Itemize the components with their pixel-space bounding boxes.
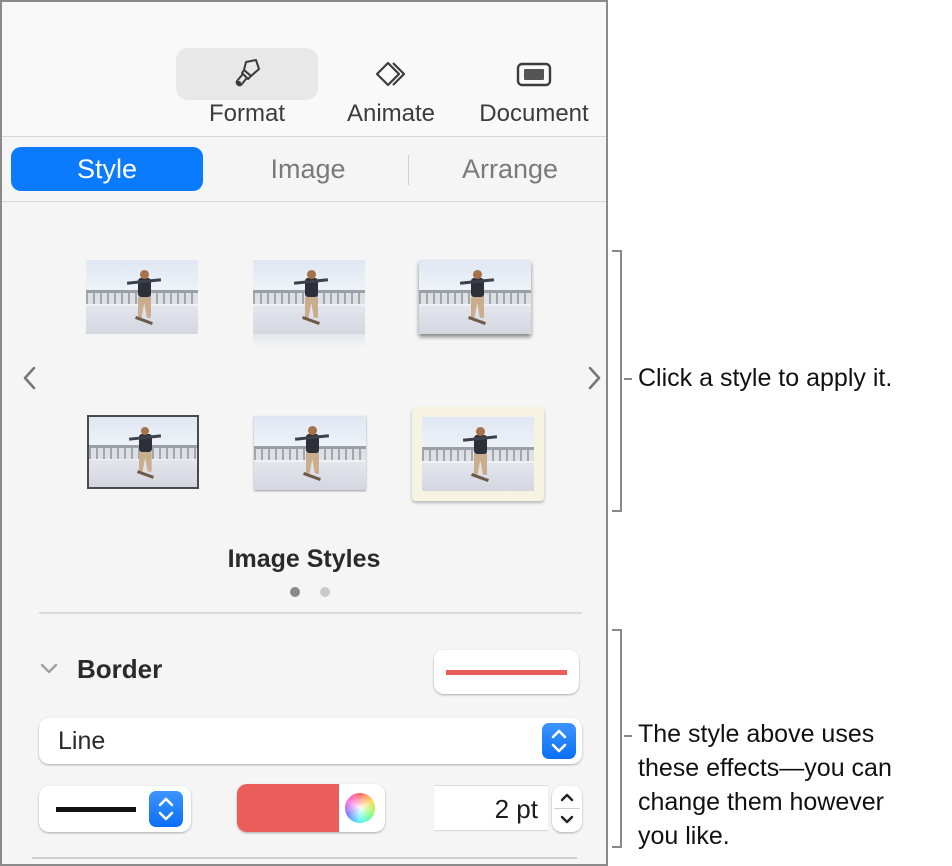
style-preview-image — [419, 260, 531, 334]
select-stepper — [542, 723, 576, 759]
document-icon — [516, 62, 552, 87]
up-down-chevrons-icon — [551, 729, 567, 753]
border-type-select[interactable]: Line — [39, 718, 582, 764]
document-button[interactable]: Document — [463, 48, 605, 132]
tab-image[interactable]: Image — [210, 147, 406, 191]
image-style-cream-frame[interactable] — [412, 407, 544, 501]
effects-callout: The style above uses these effects—you c… — [638, 717, 892, 853]
effects-callout-line: you like. — [638, 822, 730, 850]
image-style-plain[interactable] — [86, 260, 198, 334]
tab-style[interactable]: Style — [11, 147, 203, 191]
animate-button[interactable]: Animate — [320, 48, 462, 132]
image-style-thin-shadow[interactable] — [254, 416, 366, 490]
paintbrush-icon — [235, 59, 260, 87]
bottom-divider — [32, 857, 577, 859]
format-label: Format — [208, 100, 285, 127]
style-preview-image — [254, 416, 366, 490]
document-label: Document — [479, 100, 589, 127]
stepper-divider — [554, 808, 580, 809]
image-style-reflection[interactable] — [253, 260, 365, 350]
chevron-left-icon[interactable] — [18, 363, 42, 393]
effects-bracket — [612, 629, 622, 848]
image-style-dark-border[interactable] — [87, 415, 199, 489]
styles-bracket-tick — [624, 378, 632, 380]
image-styles-title: Image Styles — [227, 545, 381, 573]
effects-bracket-tick — [624, 735, 632, 737]
border-width-field[interactable]: 2 pt — [434, 785, 548, 830]
style-preview-image — [253, 260, 365, 334]
border-preview-line — [446, 670, 567, 675]
effects-callout-line: change them however — [638, 788, 884, 816]
page-dot-inactive[interactable] — [320, 587, 330, 597]
border-section-label: Border — [77, 654, 163, 684]
styles-bracket — [612, 250, 622, 512]
increment-icon[interactable] — [559, 791, 575, 803]
style-preview-image — [89, 417, 197, 487]
chevron-right-icon[interactable] — [582, 363, 606, 393]
effects-callout-line: these effects—you can — [638, 754, 892, 782]
decrement-icon[interactable] — [559, 814, 575, 826]
line-style-stepper — [149, 791, 183, 827]
border-color-well[interactable] — [237, 784, 385, 832]
inspector-toolbar: Format Animate Document — [2, 2, 606, 137]
line-style-sample — [56, 807, 136, 812]
style-preview-image — [422, 417, 534, 491]
effects-callout-line: The style above uses — [638, 720, 875, 748]
chevron-down-icon[interactable] — [39, 661, 59, 677]
page-dot-active[interactable] — [290, 587, 300, 597]
style-preview-image — [86, 260, 198, 334]
animate-diamonds-icon — [375, 61, 406, 87]
tab-arrange[interactable]: Arrange — [412, 147, 608, 191]
color-swatch[interactable] — [237, 784, 339, 832]
up-down-chevrons-icon — [158, 797, 174, 821]
image-style-drop-shadow[interactable] — [419, 260, 531, 334]
border-width-value: 2 pt — [494, 794, 538, 824]
format-inspector-panel: Format Animate Document Style Image Arra… — [0, 0, 608, 866]
format-button[interactable]: Format — [176, 48, 318, 132]
border-type-value: Line — [58, 727, 106, 755]
border-style-swatch[interactable] — [434, 650, 579, 694]
border-width-stepper[interactable] — [552, 786, 582, 832]
styles-callout: Click a style to apply it. — [638, 364, 893, 392]
tab-bar: Style Image Arrange — [2, 137, 606, 202]
color-wheel-icon[interactable] — [345, 793, 375, 823]
tab-separator — [408, 155, 409, 185]
animate-label: Animate — [346, 100, 436, 127]
line-style-select[interactable] — [39, 786, 191, 832]
section-divider — [39, 612, 582, 614]
